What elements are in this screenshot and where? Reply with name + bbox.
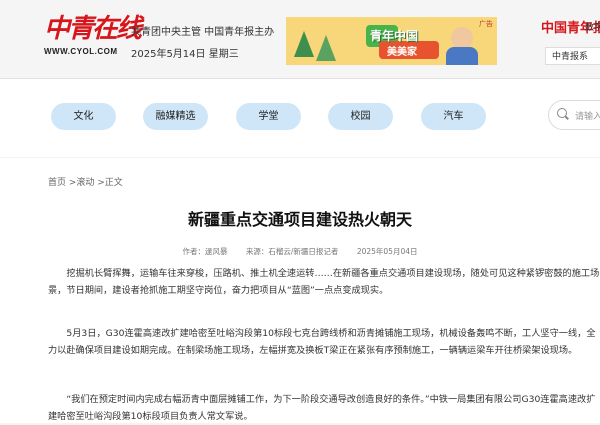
article-source: 来源：石榴云/新疆日报记者 [245,247,339,256]
site-logo[interactable]: 中青在线 WWW.CYOL.COM [44,12,142,56]
article-paragraph: 5月3日，G30连霍高速改扩建哈密至吐峪沟段第10标段七克台跨线桥和沥青摊铺施工… [48,328,596,356]
cyd-logo-sub[interactable]: 数字 [585,20,600,33]
article-meta: 作者：逯风暴 来源：石榴云/新疆日报记者 2025年05月04日 [0,246,600,257]
site-header: 中青在线 WWW.CYOL.COM 共青团中央主管 中国青年报主办 2025年5… [0,0,600,79]
article-date: 2025年05月04日 [356,247,418,256]
article-paragraph: 挖掘机长臂挥舞，运输车往来穿梭，压路机、推土机全速运转……在新疆各重点交通项目建… [48,268,600,296]
ad-title: 青年中国 [370,29,419,43]
logo-url: WWW.CYOL.COM [44,47,118,56]
org-info: 共青团中央主管 中国青年报主办 [131,27,275,38]
article-author: 作者：逯风暴 [182,247,228,256]
header-date: 2025年5月14日 星期三 [131,49,239,60]
search-box[interactable]: 请输入 [548,100,600,130]
logo-text: 中青在线 [44,14,142,44]
nav-item-media[interactable]: 融媒精选 [143,103,208,130]
site-select[interactable]: 中青报系 [545,47,600,65]
tree-icon [294,31,314,57]
article-area: 首页 >滚动 >正文 新疆重点交通项目建设热火朝天 作者：逯风暴 来源：石榴云/… [0,158,600,423]
search-icon[interactable] [557,108,567,118]
person-icon [451,27,473,49]
ad-subtitle: 美美家 [387,47,417,58]
person-body [446,47,478,65]
ad-tag: 广告 [479,20,493,28]
nav-item-culture[interactable]: 文化 [51,103,116,130]
nav-item-campus[interactable]: 校园 [328,103,393,130]
breadcrumb[interactable]: 首页 >滚动 >正文 [48,175,123,188]
search-input[interactable]: 请输入 [575,109,600,122]
nav-bar: 文化 融媒精选 学堂 校园 汽车 [0,79,600,157]
article-title: 新疆重点交通项目建设热火朝天 [187,210,412,229]
nav-item-auto[interactable]: 汽车 [421,103,486,130]
article-paragraph: “我们在预定时间内完成右幅沥青中面层摊铺工作，为下一阶段交通导改创造良好的条件。… [48,394,596,422]
nav-item-school-hall[interactable]: 学堂 [236,103,301,130]
ad-banner[interactable]: 青年中国 美美家 广告 [286,17,497,65]
tree-icon [316,35,336,61]
